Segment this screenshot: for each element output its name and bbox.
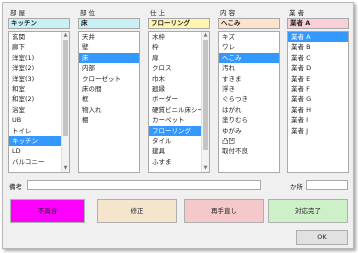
list-item[interactable]: 取付不良 (219, 146, 279, 156)
list-item[interactable]: ボーダー (149, 94, 209, 104)
remarks-input[interactable] (27, 180, 261, 190)
list-item[interactable]: 框 (79, 94, 139, 104)
list-item[interactable]: 洋室(1) (9, 53, 69, 63)
list-item[interactable]: 業者 H (288, 105, 348, 115)
list-item[interactable]: 枠 (149, 42, 209, 52)
list-item[interactable]: 業者 E (288, 74, 348, 84)
list-item[interactable]: 床の間 (79, 84, 139, 94)
finish-field: フローリング (148, 18, 210, 29)
list-item[interactable]: へこみ (219, 52, 279, 64)
list-item[interactable]: タイル (149, 136, 209, 146)
list-item[interactable]: 床 (79, 52, 139, 64)
ok-button[interactable]: OK (296, 230, 348, 245)
list-item[interactable]: 洋室(3) (9, 74, 69, 84)
contractor-field: 業者 A (287, 18, 349, 29)
room-field: キッチン (8, 18, 70, 29)
list-item[interactable]: キズ (219, 32, 279, 42)
complete-button[interactable]: 対応完了 (268, 199, 348, 223)
list-item[interactable]: ふすま (149, 157, 209, 167)
list-item[interactable]: 業者 I (288, 115, 348, 125)
room-title: 部 屋 (10, 9, 26, 17)
finish-column: 仕 上 フローリング 木枠枠扉クロス 巾木 廻縁 ボーダー 硬質ビニル床シート カーペット… (148, 8, 210, 173)
list-item[interactable]: UB (9, 115, 69, 125)
list-item[interactable]: 和室(2) (9, 94, 69, 104)
rework-button[interactable]: 再手直し (184, 199, 264, 223)
contractor-list[interactable]: 業者 A 業者 B 業者 C 業者 D 業者 E 業者 F 業者 G 業者 H 業者 I 業者 J (287, 31, 349, 173)
list-item[interactable]: バルコニー (9, 157, 69, 167)
list-item[interactable]: 業者 G (288, 94, 348, 104)
scroll-down-arrow[interactable]: ▼ (62, 165, 69, 172)
finish-title: 仕 上 (150, 9, 166, 17)
list-item[interactable]: キッチン (9, 135, 69, 147)
list-item[interactable]: 業者 A (288, 32, 348, 43)
part-column: 部 位 床 天井壁床内部 クローゼット 床の間框物入れ棚 (78, 8, 140, 173)
content-title: 内 容 (220, 9, 236, 17)
list-item[interactable]: ゆがみ (219, 126, 279, 136)
list-item[interactable]: クローゼット (79, 74, 139, 84)
list-item[interactable]: トイレ (9, 126, 69, 136)
window: 部 屋 キッチン 玄関 廊下 洋室(1) 洋室(2) 洋室(3) 和室 和室(2) 浴室 UB ト… (2, 2, 354, 249)
list-item[interactable]: フローリング (149, 125, 209, 136)
list-item[interactable]: 業者 C (288, 53, 348, 63)
list-item[interactable]: 硬質ビニル床シート (149, 105, 209, 115)
list-item[interactable]: 廊下 (9, 42, 69, 52)
contractor-title: 業 者 (289, 9, 305, 17)
scroll-up-arrow[interactable]: ▲ (202, 32, 209, 39)
list-item[interactable]: 浮き (219, 84, 279, 94)
content-field: へこみ (218, 18, 280, 29)
content-list[interactable]: キズ ワレ へこみ 汚れ すきま 浮き ぐらつき はがれ 塗りむら ゆがみ 凸凹 取付不良 (218, 31, 280, 173)
list-item[interactable]: 凸凹 (219, 136, 279, 146)
list-item[interactable]: 業者 D (288, 63, 348, 73)
list-item[interactable]: LD (9, 146, 69, 156)
content-column: 内 容 へこみ キズ ワレ へこみ 汚れ すきま 浮き ぐらつき はがれ 塗りむら ゆがみ 凸凹 取付… (218, 8, 280, 173)
list-item[interactable]: 業者 F (288, 84, 348, 94)
list-item[interactable]: 洋室(2) (9, 63, 69, 73)
list-item[interactable]: 天井 (79, 32, 139, 42)
defect-button[interactable]: 不具合 (10, 199, 85, 223)
scroll-up-arrow[interactable]: ▲ (62, 32, 69, 39)
list-item[interactable]: ワレ (219, 42, 279, 52)
places-input[interactable] (306, 180, 348, 190)
list-item[interactable]: はがれ (219, 105, 279, 115)
list-item[interactable]: 内部 (79, 63, 139, 73)
list-item[interactable]: 扉 (149, 53, 209, 63)
list-item[interactable]: 廻縁 (149, 84, 209, 94)
contractor-column: 業 者 業者 A 業者 A 業者 B 業者 C 業者 D 業者 E 業者 F 業者 G 業者 … (287, 8, 349, 173)
list-item[interactable]: 塗りむら (219, 115, 279, 125)
scrollbar[interactable]: ▲ ▼ (201, 32, 209, 172)
list-item[interactable]: 玄関 (9, 32, 69, 42)
list-item[interactable]: 浴室 (9, 105, 69, 115)
list-item[interactable]: すきま (219, 74, 279, 84)
finish-list[interactable]: 木枠枠扉クロス 巾木 廻縁 ボーダー 硬質ビニル床シート カーペット フローリング タイル 建具… (148, 31, 210, 173)
scrollbar[interactable]: ▲ ▼ (61, 32, 69, 172)
part-field: 床 (78, 18, 140, 29)
list-item[interactable]: 汚れ (219, 63, 279, 73)
list-item[interactable]: 建具 (149, 146, 209, 156)
list-item[interactable]: 業者 B (288, 42, 348, 52)
list-item[interactable]: 棚 (79, 115, 139, 125)
fix-button[interactable]: 修正 (97, 199, 177, 223)
scroll-thumb[interactable] (63, 40, 68, 136)
part-title: 部 位 (80, 9, 96, 17)
list-item[interactable]: 和室 (9, 84, 69, 94)
list-item[interactable]: 物入れ (79, 105, 139, 115)
remarks-label: 備考 (9, 183, 22, 191)
room-column: 部 屋 キッチン 玄関 廊下 洋室(1) 洋室(2) 洋室(3) 和室 和室(2) 浴室 UB ト… (8, 8, 70, 173)
list-item[interactable]: カーペット (149, 115, 209, 125)
list-item[interactable]: 業者 J (288, 126, 348, 136)
scroll-thumb[interactable] (203, 40, 208, 150)
list-item[interactable]: クロス (149, 63, 209, 73)
scroll-down-arrow[interactable]: ▼ (202, 165, 209, 172)
list-item[interactable]: 木枠 (149, 32, 209, 42)
part-list[interactable]: 天井壁床内部 クローゼット 床の間框物入れ棚 (78, 31, 140, 173)
list-item[interactable]: ぐらつき (219, 94, 279, 104)
list-item[interactable]: 巾木 (149, 74, 209, 84)
places-label: か所 (290, 183, 303, 191)
list-item[interactable]: 壁 (79, 42, 139, 52)
room-list[interactable]: 玄関 廊下 洋室(1) 洋室(2) 洋室(3) 和室 和室(2) 浴室 UB トイレ キッチン LD バ… (8, 31, 70, 173)
